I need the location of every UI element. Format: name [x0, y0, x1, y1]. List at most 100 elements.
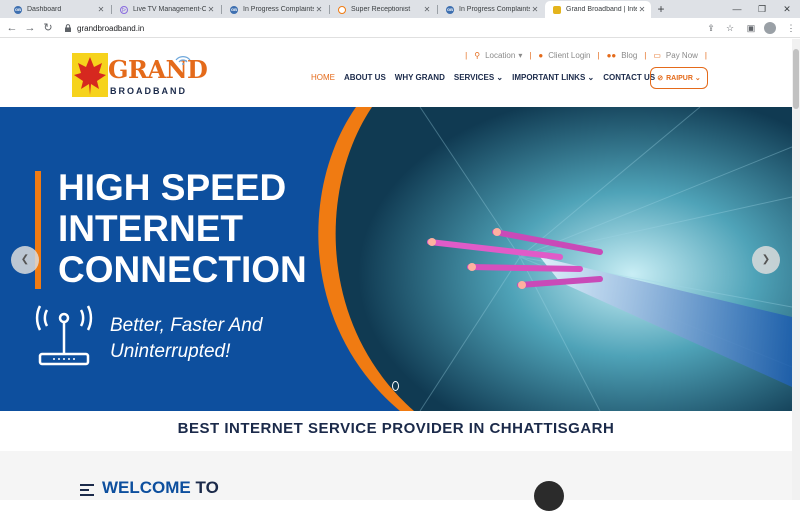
- nav-services-label: SERVICES: [453, 73, 495, 82]
- hero-headline-line: INTERNET: [58, 208, 243, 249]
- caret-down-icon: ▾: [518, 51, 523, 60]
- pay-now-link[interactable]: ▭ Pay Now: [653, 51, 698, 60]
- nav-important-links-label: IMPORTANT LINKS: [512, 73, 586, 82]
- bookmark-star-icon[interactable]: ☆: [723, 21, 737, 35]
- tab-title: Grand Broadband | Inte: [566, 6, 637, 13]
- browser-tab[interactable]: GB In Progress Complaints ✕: [438, 1, 544, 18]
- browser-tab[interactable]: GB In Progress Complaints ✕: [222, 1, 328, 18]
- grand-favicon-icon: GB: [14, 5, 22, 14]
- back-icon[interactable]: ←: [5, 21, 19, 35]
- blog-label: Blog: [621, 51, 638, 60]
- play-favicon-icon: ▷: [120, 5, 128, 14]
- hero-headline-line: HIGH SPEED: [58, 167, 287, 208]
- page-scrollbar[interactable]: [792, 39, 800, 500]
- scrollbar-thumb[interactable]: [793, 49, 799, 109]
- reload-icon[interactable]: ↻: [41, 21, 55, 35]
- share-icon[interactable]: ⇪: [704, 21, 718, 35]
- welcome-heading-part: TO: [195, 478, 219, 497]
- close-window-icon[interactable]: ✕: [780, 2, 794, 16]
- grand-leaf-favicon-icon: [553, 5, 561, 14]
- site-header: GRAND BROADBAND | ⚲ Location ▾ | ● Clien…: [0, 39, 792, 107]
- browser-tab[interactable]: Super Receptionist ✕: [330, 1, 436, 18]
- top-utility-bar: | ⚲ Location ▾ | ● Client Login | ●● Blo…: [465, 51, 707, 60]
- new-tab-icon[interactable]: +: [654, 2, 668, 16]
- browser-toolbar: ← → ↻ grandbroadband.in ⇪ ☆ ▣ ⋮: [0, 18, 800, 38]
- chevron-down-icon: ⌄: [587, 73, 595, 82]
- hero-headline-line: CONNECTION: [58, 249, 307, 290]
- grand-favicon-icon: GB: [230, 5, 238, 14]
- tab-title: In Progress Complaints: [243, 6, 314, 13]
- browser-tab-strip: GB Dashboard ✕ ▷ Live TV Management-Cl ✕…: [0, 0, 800, 18]
- maple-leaf-icon: [72, 53, 108, 97]
- minimize-icon[interactable]: —: [730, 2, 744, 16]
- nav-why-grand[interactable]: WHY GRAND: [395, 73, 445, 82]
- close-tab-icon[interactable]: ✕: [96, 5, 106, 14]
- side-panel-icon[interactable]: ▣: [744, 21, 758, 35]
- hero-tagline-line: Better, Faster And: [110, 315, 263, 336]
- slider-prev-button[interactable]: ❮: [11, 246, 39, 274]
- city-label: RAIPUR: [666, 74, 693, 82]
- tab-title: In Progress Complaints: [459, 6, 530, 13]
- url-text: grandbroadband.in: [77, 23, 145, 33]
- client-login-label: Client Login: [548, 51, 591, 60]
- hero-headline: HIGH SPEED INTERNET CONNECTION: [58, 167, 307, 290]
- nav-contact-us[interactable]: CONTACT US: [603, 73, 655, 82]
- browser-tab-active[interactable]: Grand Broadband | Inte ✕: [545, 1, 651, 18]
- heading-lines-icon: [80, 484, 94, 499]
- map-pin-icon: ⚲: [474, 51, 481, 60]
- close-tab-icon[interactable]: ✕: [422, 5, 432, 14]
- wifi-icon: [175, 56, 191, 65]
- accent-bar: [35, 171, 41, 289]
- nav-important-links[interactable]: IMPORTANT LINKS ⌄: [512, 73, 594, 82]
- browser-tab[interactable]: ▷ Live TV Management-Cl ✕: [112, 1, 220, 18]
- pay-now-label: Pay Now: [665, 51, 698, 60]
- section-heading: BEST INTERNET SERVICE PROVIDER IN CHHATT…: [0, 411, 792, 451]
- close-tab-icon[interactable]: ✕: [314, 5, 324, 14]
- hero-tagline-line: Uninterrupted!: [110, 341, 231, 362]
- slider-indicator[interactable]: [392, 381, 399, 391]
- restore-icon[interactable]: ❐: [755, 2, 769, 16]
- logo-grand-text: GRAND: [108, 55, 208, 84]
- credit-card-icon: ▭: [653, 51, 661, 60]
- address-bar[interactable]: grandbroadband.in: [58, 20, 718, 36]
- close-tab-icon[interactable]: ✕: [530, 5, 540, 14]
- lock-icon: [65, 24, 71, 32]
- menu-kebab-icon[interactable]: ⋮: [784, 21, 798, 35]
- chevron-down-icon: ⌄: [694, 75, 701, 82]
- hero-tagline: Better, Faster And Uninterrupted!: [110, 313, 262, 365]
- nav-about-us[interactable]: ABOUT US: [344, 73, 386, 82]
- grand-broadband-logo[interactable]: GRAND BROADBAND: [70, 51, 208, 101]
- grand-favicon-icon: GB: [446, 5, 454, 14]
- tab-title: Super Receptionist: [351, 6, 411, 13]
- close-tab-icon[interactable]: ✕: [206, 5, 216, 14]
- person-photo: [534, 481, 564, 511]
- logo-broadband-text: BROADBAND: [110, 86, 187, 96]
- location-dropdown[interactable]: ⚲ Location ▾: [474, 51, 522, 60]
- tab-title: Dashboard: [27, 6, 62, 13]
- tab-title: Live TV Management-Cl: [133, 6, 206, 13]
- welcome-heading-part: WELCOME: [102, 478, 191, 497]
- nav-home[interactable]: HOME: [311, 73, 335, 82]
- chevron-down-icon: ⌄: [496, 73, 504, 82]
- nav-services[interactable]: SERVICES ⌄: [454, 73, 503, 82]
- chevron-left-icon: ❮: [20, 254, 30, 265]
- client-login-link[interactable]: ● Client Login: [538, 51, 590, 60]
- chevron-right-icon: ❯: [761, 254, 771, 265]
- welcome-heading: WELCOME TO: [102, 478, 219, 498]
- welcome-section: WELCOME TO: [0, 451, 792, 511]
- profile-avatar[interactable]: [764, 22, 776, 34]
- location-target-icon: ⊘: [657, 75, 664, 82]
- city-selector-button[interactable]: ⊘ RAIPUR ⌄: [650, 67, 708, 89]
- user-icon: ●: [538, 51, 544, 60]
- users-icon: ●●: [606, 51, 617, 60]
- blog-link[interactable]: ●● Blog: [607, 51, 638, 60]
- wifi-router-icon: [35, 305, 93, 366]
- main-navigation: HOME ABOUT US WHY GRAND SERVICES ⌄ IMPOR…: [311, 73, 664, 82]
- location-label: Location: [485, 51, 516, 60]
- browser-tab[interactable]: GB Dashboard ✕: [6, 1, 110, 18]
- close-tab-icon[interactable]: ✕: [637, 5, 647, 14]
- clock-favicon-icon: [338, 5, 346, 14]
- slider-next-button[interactable]: ❯: [752, 246, 780, 274]
- forward-icon[interactable]: →: [23, 21, 37, 35]
- hero-slider: HIGH SPEED INTERNET CONNECTION Better, F…: [0, 107, 792, 411]
